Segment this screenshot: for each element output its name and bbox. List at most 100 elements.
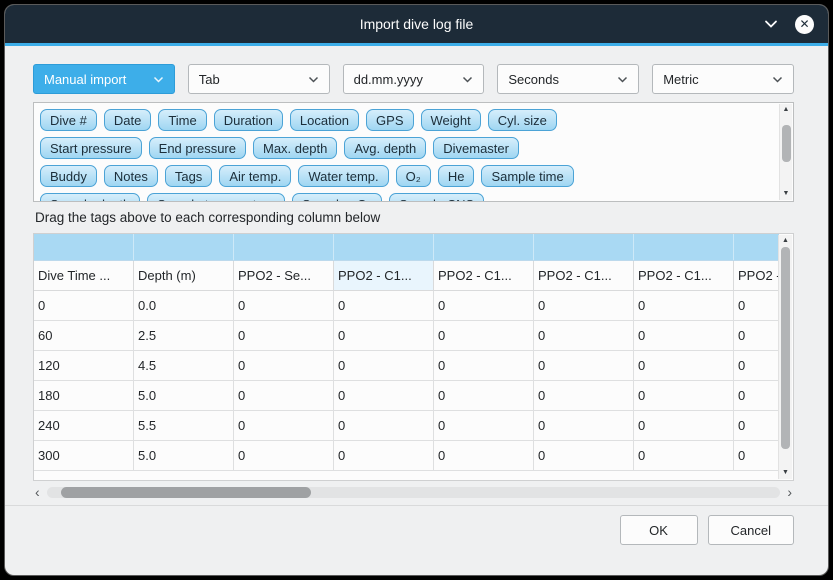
column-drop-target[interactable] <box>334 234 434 260</box>
table-row: 00.0000000 <box>34 291 779 321</box>
dialog-content: Manual import Tab dd.mm.yyyy <box>5 46 828 499</box>
table-cell: 0 <box>534 441 634 471</box>
scroll-down-icon[interactable]: ▼ <box>782 469 789 477</box>
ok-button[interactable]: OK <box>620 515 698 545</box>
scrollbar-thumb[interactable] <box>781 247 790 449</box>
table-cell: 0.0 <box>134 291 234 321</box>
column-header[interactable]: PPO2 - C1... <box>434 261 534 291</box>
date-format-select[interactable]: dd.mm.yyyy <box>343 64 485 94</box>
chevron-down-icon <box>308 76 319 83</box>
titlebar[interactable]: Import dive log file ✕ <box>5 5 828 43</box>
window-title: Import dive log file <box>5 5 828 43</box>
field-tag[interactable]: Weight <box>421 109 481 131</box>
field-tag[interactable]: Date <box>104 109 151 131</box>
table-cell: 0 <box>234 351 334 381</box>
scrollbar-track[interactable] <box>782 116 791 188</box>
table-cell: 180 <box>34 381 134 411</box>
field-tag[interactable]: Buddy <box>40 165 97 187</box>
duration-format-select[interactable]: Seconds <box>497 64 639 94</box>
scrollbar-track[interactable] <box>47 487 781 498</box>
column-drop-target[interactable] <box>734 234 779 260</box>
table-row: 602.5000000 <box>34 321 779 351</box>
field-tag[interactable]: Duration <box>214 109 283 131</box>
table-cell: 0 <box>334 411 434 441</box>
field-tag[interactable]: Notes <box>104 165 158 187</box>
table-cell: 120 <box>34 351 134 381</box>
screen: Import dive log file ✕ Manual import Tab <box>0 0 833 580</box>
table-row: 1805.0000000 <box>34 381 779 411</box>
column-header[interactable]: PPO2 - Se... <box>234 261 334 291</box>
field-tag[interactable]: He <box>438 165 475 187</box>
column-drop-target[interactable] <box>434 234 534 260</box>
field-tag[interactable]: Start pressure <box>40 137 142 159</box>
field-tag[interactable]: Sample temperature <box>147 193 285 202</box>
table-scrollbar-horizontal[interactable]: ‹ › <box>33 485 794 499</box>
field-tag[interactable]: Time <box>158 109 206 131</box>
column-drop-target[interactable] <box>534 234 634 260</box>
table-row: 1204.5000000 <box>34 351 779 381</box>
scroll-left-icon[interactable]: ‹ <box>33 485 42 499</box>
table-cell: 0 <box>234 381 334 411</box>
scroll-up-icon[interactable]: ▲ <box>783 106 790 114</box>
table-cell: 5.0 <box>134 441 234 471</box>
table-cell: 0 <box>634 321 734 351</box>
field-separator-select[interactable]: Tab <box>188 64 330 94</box>
field-tag[interactable]: End pressure <box>149 137 246 159</box>
drop-row <box>34 234 779 261</box>
column-header[interactable]: PPO2 - C1... <box>634 261 734 291</box>
scroll-up-icon[interactable]: ▲ <box>782 237 789 245</box>
field-tag[interactable]: O₂ <box>396 165 431 187</box>
close-icon[interactable]: ✕ <box>795 15 814 34</box>
field-tag[interactable]: Sample pO₂ <box>292 193 382 202</box>
field-tag[interactable]: Max. depth <box>253 137 337 159</box>
field-tag[interactable]: GPS <box>366 109 413 131</box>
table-cell: 300 <box>34 441 134 471</box>
table-cell: 60 <box>34 321 134 351</box>
field-separator-value: Tab <box>199 72 220 87</box>
column-header[interactable]: PPO2 - C1... <box>734 261 779 291</box>
column-header[interactable]: PPO2 - C1... <box>534 261 634 291</box>
column-drop-target[interactable] <box>34 234 134 260</box>
column-header[interactable]: Dive Time ... <box>34 261 134 291</box>
scroll-down-icon[interactable]: ▼ <box>783 190 790 198</box>
column-drop-target[interactable] <box>134 234 234 260</box>
field-tag[interactable]: Sample time <box>481 165 573 187</box>
tag-pool-scrollbar[interactable]: ▲ ▼ <box>779 104 792 200</box>
scrollbar-track[interactable] <box>781 247 790 467</box>
column-drop-target[interactable] <box>234 234 334 260</box>
scrollbar-thumb[interactable] <box>782 125 791 162</box>
chevron-down-icon <box>462 76 473 83</box>
field-tag[interactable]: Water temp. <box>298 165 388 187</box>
column-drop-target[interactable] <box>634 234 734 260</box>
table-scrollbar-vertical[interactable]: ▲ ▼ <box>778 235 792 479</box>
column-header[interactable]: Depth (m) <box>134 261 234 291</box>
field-tag[interactable]: Tags <box>165 165 212 187</box>
header-row: Dive Time ...Depth (m)PPO2 - Se...PPO2 -… <box>34 261 779 291</box>
table-row: 2405.5000000 <box>34 411 779 441</box>
column-header[interactable]: PPO2 - C1... <box>334 261 434 291</box>
cancel-button[interactable]: Cancel <box>708 515 794 545</box>
scroll-right-icon[interactable]: › <box>785 485 794 499</box>
field-tag[interactable]: Avg. depth <box>344 137 426 159</box>
field-tag[interactable]: Sample depth <box>40 193 140 202</box>
table-cell: 0 <box>234 441 334 471</box>
tag-rows: Dive # Date Time Duration Location GPS Weight C… <box>34 103 793 202</box>
table-cell: 0 <box>634 351 734 381</box>
units-select[interactable]: Metric <box>652 64 794 94</box>
field-tag[interactable]: Sample CNS <box>389 193 484 202</box>
field-tag[interactable]: Dive # <box>40 109 97 131</box>
chevron-down-icon <box>772 76 783 83</box>
field-tag[interactable]: Cyl. size <box>488 109 557 131</box>
table-cell: 0 <box>734 381 779 411</box>
field-tag[interactable]: Location <box>290 109 359 131</box>
units-value: Metric <box>663 72 698 87</box>
import-mode-select[interactable]: Manual import <box>33 64 175 94</box>
table-cell: 0 <box>234 291 334 321</box>
field-tag[interactable]: Divemaster <box>433 137 519 159</box>
drag-instruction-label: Drag the tags above to each correspondin… <box>35 210 794 225</box>
scrollbar-thumb[interactable] <box>61 487 310 498</box>
chevron-down-icon[interactable] <box>763 19 779 29</box>
table-cell: 0 <box>634 381 734 411</box>
field-tag[interactable]: Air temp. <box>219 165 291 187</box>
table-cell: 0 <box>734 411 779 441</box>
